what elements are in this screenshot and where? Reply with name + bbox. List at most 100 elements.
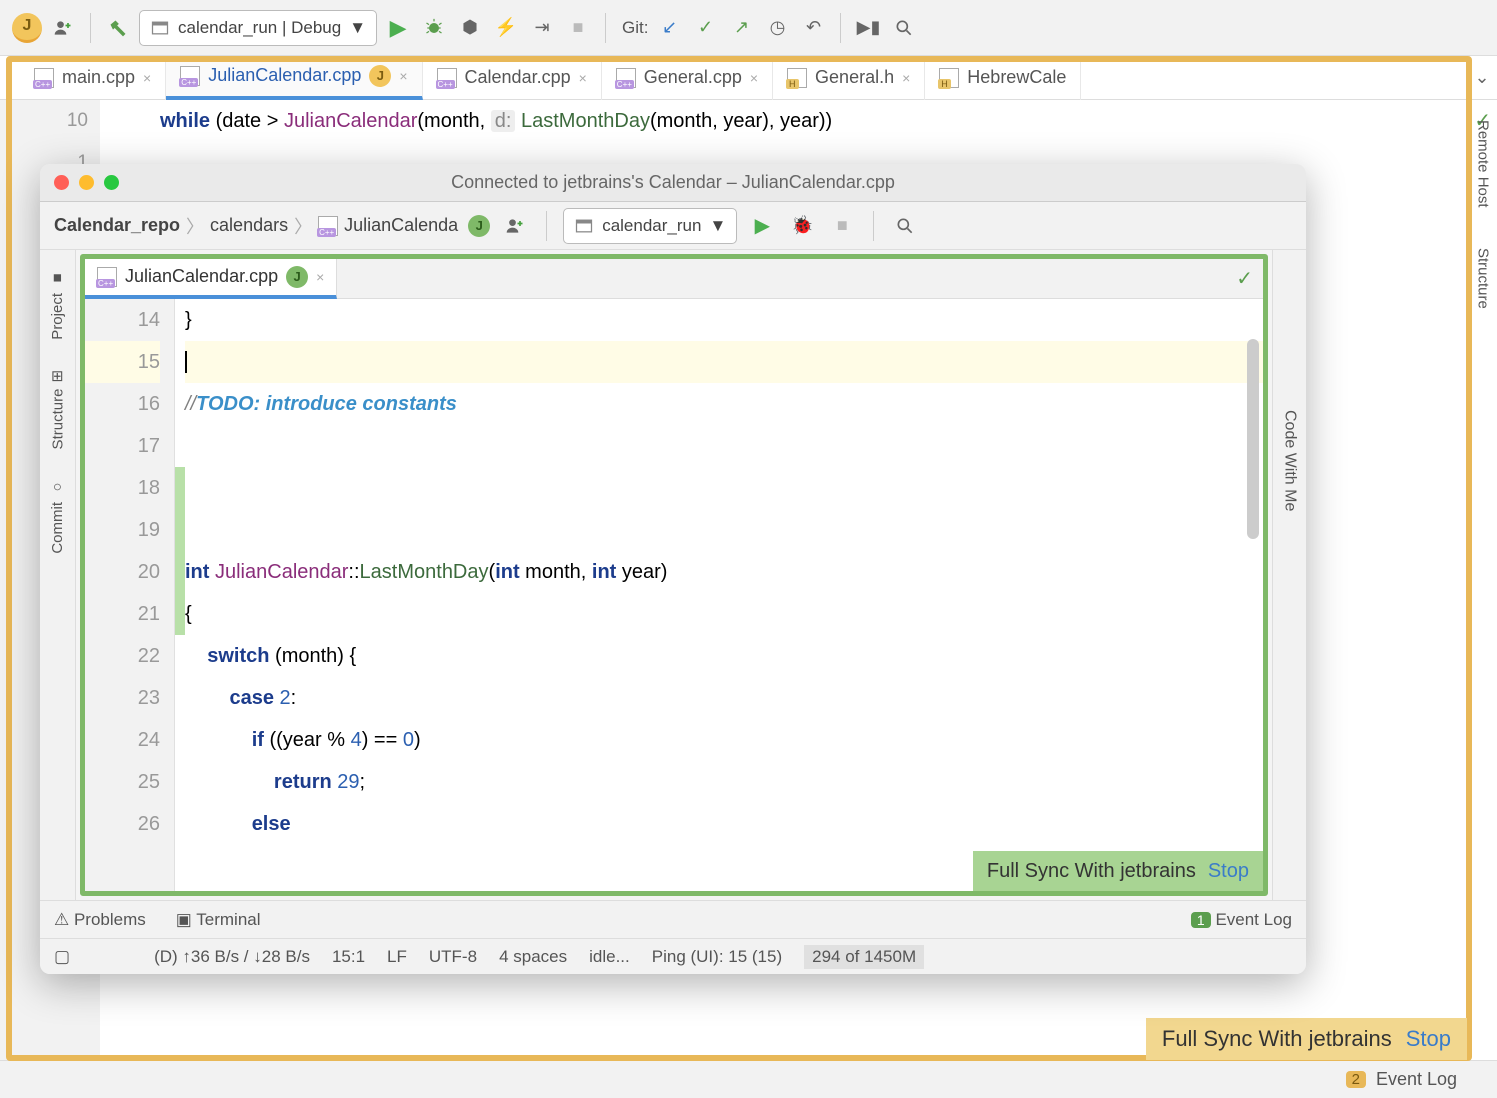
popup-sync-badge: Full Sync With jetbrains Stop <box>973 851 1263 891</box>
remote-session-window: Connected to jetbrains's Calendar – Juli… <box>40 164 1306 974</box>
encoding[interactable]: UTF-8 <box>429 947 477 967</box>
close-icon[interactable]: × <box>579 70 587 86</box>
search-icon[interactable] <box>890 211 920 241</box>
attach-icon[interactable]: ⇥ <box>527 13 557 43</box>
stop-icon[interactable]: ■ <box>827 211 857 241</box>
cursor-position[interactable]: 15:1 <box>332 947 365 967</box>
traffic-lights <box>54 175 119 190</box>
run-icon[interactable]: ▶ <box>747 211 777 241</box>
cpp-file-icon <box>318 216 338 236</box>
popup-toolbar: Calendar_repo 〉 calendars 〉 JulianCalend… <box>40 202 1306 250</box>
breadcrumb: Calendar_repo 〉 calendars 〉 JulianCalend… <box>54 213 458 239</box>
popup-status-bar: ▢ (D) ↑36 B/s / ↓28 B/s 15:1 LF UTF-8 4 … <box>40 938 1306 974</box>
collaborator-avatar: J <box>369 65 391 87</box>
terminal-tab[interactable]: ▣ Terminal <box>176 910 261 930</box>
indent[interactable]: 4 spaces <box>499 947 567 967</box>
code-with-me-tab[interactable]: Code With Me <box>1281 410 1299 511</box>
tab-general-h[interactable]: General.h× <box>773 56 925 100</box>
memory[interactable]: 294 of 1450M <box>804 945 924 969</box>
git-commit-icon[interactable]: ✓ <box>690 13 720 43</box>
tab-main-cpp[interactable]: main.cpp× <box>20 56 166 100</box>
outer-sync-badge: Full Sync With jetbrains Stop <box>1146 1018 1467 1060</box>
popup-left-tool-tabs: Project ■ Structure ⊞ Commit ○ <box>40 250 76 900</box>
h-file-icon <box>787 68 807 88</box>
close-window-icon[interactable] <box>54 175 69 190</box>
git-push-icon[interactable]: ↗ <box>726 13 756 43</box>
tab-general-cpp[interactable]: General.cpp× <box>602 56 773 100</box>
close-icon[interactable]: × <box>399 68 407 84</box>
breadcrumb-file[interactable]: JulianCalenda <box>344 215 458 236</box>
hammer-build-icon[interactable] <box>103 13 133 43</box>
close-icon[interactable]: × <box>143 70 151 86</box>
tab-juliancalendar-cpp[interactable]: JulianCalendar.cppJ× <box>166 56 422 100</box>
debug-icon[interactable] <box>419 13 449 43</box>
event-log-tab[interactable]: 1 Event Log <box>1191 910 1292 930</box>
git-history-icon[interactable]: ◷ <box>762 13 792 43</box>
structure-tab[interactable]: Structure ⊞ <box>49 370 67 449</box>
coverage-icon[interactable]: ⬢ <box>455 13 485 43</box>
more-tabs-icon[interactable]: ⌄ <box>1467 63 1497 93</box>
line-ending[interactable]: LF <box>387 947 407 967</box>
popup-file-tab[interactable]: JulianCalendar.cpp J × <box>85 259 337 299</box>
tab-hebrewcale[interactable]: HebrewCale <box>925 56 1081 100</box>
problems-tab[interactable]: ⚠ Problems <box>54 910 146 930</box>
stop-sync-link[interactable]: Stop <box>1208 860 1249 883</box>
add-user-icon[interactable] <box>500 211 530 241</box>
close-icon[interactable]: × <box>902 70 910 86</box>
popup-code[interactable]: } //TODO: introduce constants int Julian… <box>175 299 1263 891</box>
popup-code-area[interactable]: 14151617181920212223242526 } //TODO: int… <box>85 299 1263 891</box>
maximize-window-icon[interactable] <box>104 175 119 190</box>
run-config-label: calendar_run | Debug <box>178 18 341 38</box>
close-icon[interactable]: × <box>750 70 758 86</box>
run-anything-icon[interactable]: ▶▮ <box>853 13 883 43</box>
git-label: Git: <box>622 18 648 38</box>
popup-editor: JulianCalendar.cpp J × ✓ 141516171819202… <box>80 254 1268 896</box>
popup-run-config[interactable]: calendar_run ▼ <box>563 208 737 244</box>
idle-status: idle... <box>589 947 630 967</box>
search-icon[interactable] <box>889 13 919 43</box>
event-log-link[interactable]: Event Log <box>1376 1069 1457 1090</box>
add-user-icon[interactable] <box>48 13 78 43</box>
breadcrumb-folder[interactable]: calendars <box>210 215 288 236</box>
collaborator-avatar: J <box>286 266 308 288</box>
window-layout-icon[interactable]: ▢ <box>54 947 70 967</box>
run-config-selector[interactable]: calendar_run | Debug ▼ <box>139 10 377 46</box>
remote-host-tab[interactable]: Remote Host <box>1475 120 1492 208</box>
debug-icon[interactable]: 🐞 <box>787 211 817 241</box>
cpp-file-icon <box>180 66 200 86</box>
commit-tab[interactable]: Commit ○ <box>49 479 66 554</box>
main-toolbar: J calendar_run | Debug ▼ ▶ ⬢ ⚡ ⇥ ■ Git: … <box>0 0 1497 56</box>
minimize-window-icon[interactable] <box>79 175 94 190</box>
user-avatar[interactable]: J <box>12 13 42 43</box>
event-count-badge: 2 <box>1346 1071 1366 1088</box>
close-icon[interactable]: × <box>316 269 324 285</box>
popup-title: Connected to jetbrains's Calendar – Juli… <box>451 172 895 193</box>
outer-status-bar: 2 Event Log <box>0 1060 1497 1098</box>
git-update-icon[interactable]: ↙ <box>654 13 684 43</box>
cpp-file-icon <box>437 68 457 88</box>
tab-calendar-cpp[interactable]: Calendar.cpp× <box>423 56 602 100</box>
stop-sync-link[interactable]: Stop <box>1406 1026 1451 1052</box>
chevron-down-icon: ▼ <box>349 18 366 38</box>
project-tab[interactable]: Project ■ <box>49 270 66 340</box>
scrollbar-thumb[interactable] <box>1247 339 1259 539</box>
cpp-file-icon <box>34 68 54 88</box>
popup-bottom-tabs: ⚠ Problems ▣ Terminal 1 Event Log <box>40 900 1306 938</box>
run-icon[interactable]: ▶ <box>383 13 413 43</box>
editor-tabs: main.cpp× JulianCalendar.cppJ× Calendar.… <box>0 56 1497 100</box>
profile-icon[interactable]: ⚡ <box>491 13 521 43</box>
check-icon: ✓ <box>1236 266 1263 291</box>
structure-tab[interactable]: Structure <box>1475 248 1492 309</box>
popup-tabs: JulianCalendar.cpp J × ✓ <box>85 259 1263 299</box>
transfer-rate: (D) ↑36 B/s / ↓28 B/s <box>154 947 310 967</box>
popup-right-tool-tabs: Code With Me <box>1272 250 1306 900</box>
h-file-icon <box>939 68 959 88</box>
cpp-file-icon <box>616 68 636 88</box>
session-avatar[interactable]: J <box>468 215 490 237</box>
ping: Ping (UI): 15 (15) <box>652 947 782 967</box>
git-rollback-icon[interactable]: ↶ <box>798 13 828 43</box>
popup-titlebar[interactable]: Connected to jetbrains's Calendar – Juli… <box>40 164 1306 202</box>
breadcrumb-root[interactable]: Calendar_repo <box>54 215 180 236</box>
stop-icon[interactable]: ■ <box>563 13 593 43</box>
change-marker <box>175 467 185 635</box>
